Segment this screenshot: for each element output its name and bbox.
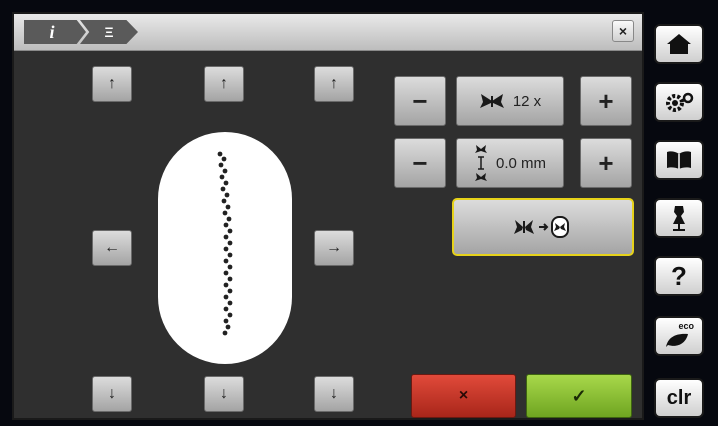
stitch-pattern-preview: [217, 151, 233, 336]
spacing-plus-button[interactable]: +: [580, 138, 632, 188]
close-button[interactable]: ×: [612, 20, 634, 42]
book-icon: [667, 151, 691, 169]
butterfly-icon: [479, 94, 504, 108]
breadcrumb-stitch[interactable]: Ξ: [80, 20, 138, 44]
leaf-icon: [666, 333, 688, 347]
stitch-icon: Ξ: [104, 24, 114, 40]
info-icon: i: [49, 21, 55, 42]
dressform-icon: [673, 206, 685, 231]
move-right-button[interactable]: →: [314, 230, 354, 266]
stitch-spacing-icon: [474, 145, 487, 181]
spacing-field[interactable]: 0.0 mm: [456, 138, 564, 188]
eco-button[interactable]: eco: [654, 316, 704, 356]
creative-consultant-button[interactable]: [654, 198, 704, 238]
move-up-button[interactable]: ↑: [204, 66, 244, 102]
breadcrumb-info[interactable]: i: [24, 20, 86, 44]
repeat-plus-button[interactable]: +: [580, 76, 632, 126]
title-bar: i Ξ ×: [14, 14, 642, 51]
center-in-hoop-icon: [514, 216, 569, 238]
move-up-left-button[interactable]: ↑: [92, 66, 132, 102]
repeat-value: 12 x: [512, 92, 542, 110]
help-button[interactable]: ?: [654, 256, 704, 296]
settings-button[interactable]: [654, 82, 704, 122]
hoop-preview: [158, 132, 292, 364]
move-down-right-button[interactable]: ↓: [314, 376, 354, 412]
settings-icon: [666, 92, 694, 112]
repeat-minus-button[interactable]: −: [394, 76, 446, 126]
clear-button[interactable]: clr: [654, 378, 704, 418]
move-left-button[interactable]: ←: [92, 230, 132, 266]
confirm-button[interactable]: ✓: [526, 374, 632, 418]
center-in-hoop-button[interactable]: [452, 198, 634, 256]
eco-label: eco: [678, 321, 694, 331]
spacing-minus-button[interactable]: −: [394, 138, 446, 188]
home-button[interactable]: [654, 24, 704, 64]
move-down-button[interactable]: ↓: [204, 376, 244, 412]
cancel-button[interactable]: ×: [411, 374, 516, 418]
spacing-value: 0.0 mm: [495, 154, 546, 172]
embroidery-edit-dialog: i Ξ × ↑ ↑ ↑ ← → ↓ ↓ ↓ − 12 x + − 0.0 mm …: [12, 12, 644, 420]
tutorial-button[interactable]: [654, 140, 704, 180]
repeat-count-field[interactable]: 12 x: [456, 76, 564, 126]
move-down-left-button[interactable]: ↓: [92, 376, 132, 412]
move-up-right-button[interactable]: ↑: [314, 66, 354, 102]
eco-icon: eco: [664, 321, 694, 349]
home-icon: [667, 34, 691, 54]
